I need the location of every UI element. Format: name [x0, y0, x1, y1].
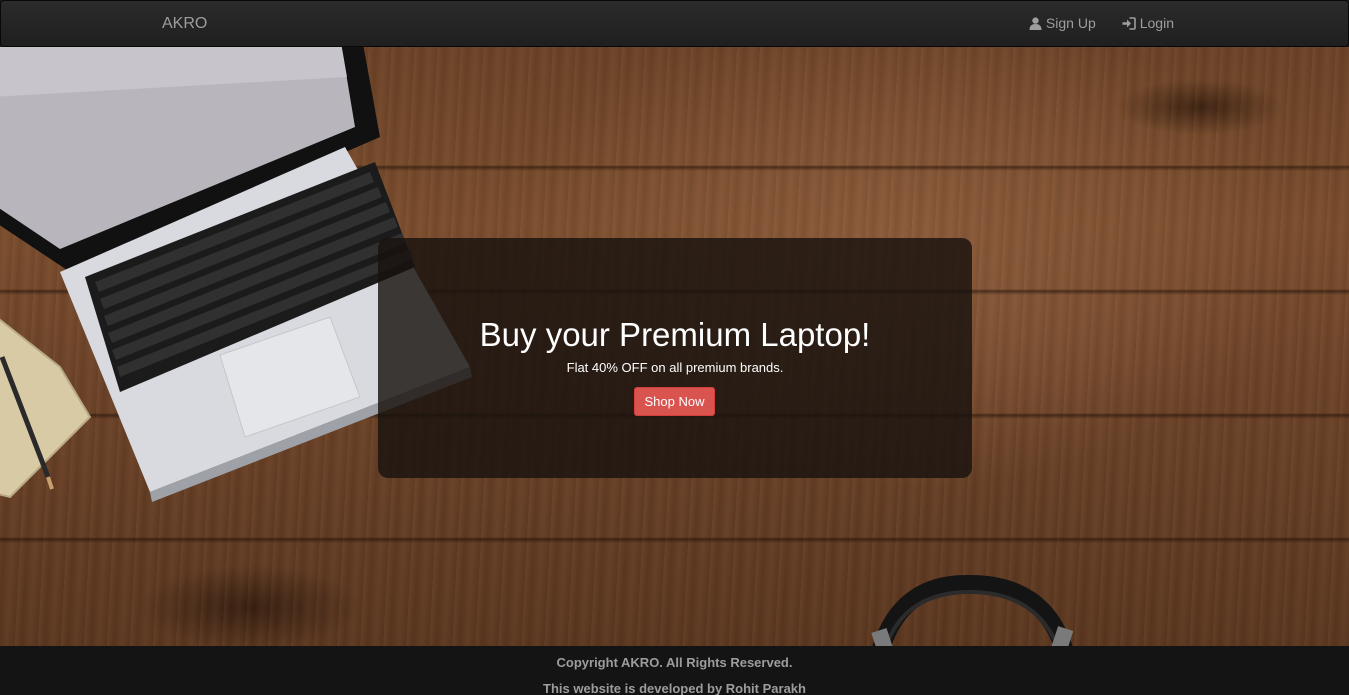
hero-card: Buy your Premium Laptop! Flat 40% OFF on… [378, 238, 972, 478]
footer: Copyright AKRO. All Rights Reserved. Thi… [0, 646, 1349, 695]
brand-link[interactable]: AKRO [162, 15, 207, 33]
navbar: AKRO Sign Up Login [0, 0, 1349, 47]
signup-label: Sign Up [1045, 15, 1096, 31]
hero-section: Buy your Premium Laptop! Flat 40% OFF on… [0, 47, 1349, 646]
user-icon [1029, 16, 1042, 30]
login-link[interactable]: Login [1122, 15, 1174, 31]
login-icon [1122, 16, 1136, 30]
signup-link[interactable]: Sign Up [1029, 15, 1096, 31]
login-label: Login [1139, 15, 1174, 31]
notebook-image [0, 318, 92, 499]
hero-subtitle: Flat 40% OFF on all premium brands. [566, 360, 784, 375]
shop-now-button[interactable]: Shop Now [634, 387, 715, 416]
hero-title: Buy your Premium Laptop! [479, 316, 871, 353]
copyright-text: Copyright AKRO. All Rights Reserved. [556, 655, 793, 670]
nav-right: Sign Up Login [1029, 15, 1174, 31]
developer-credit: This website is developed by Rohit Parak… [543, 681, 806, 695]
headphones-image [871, 574, 1074, 646]
